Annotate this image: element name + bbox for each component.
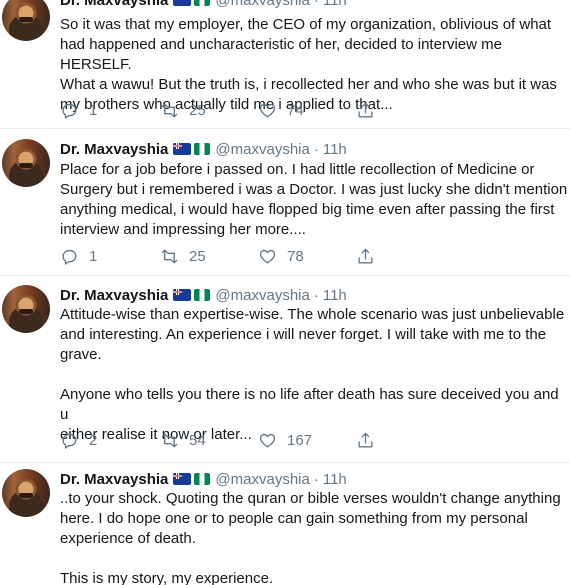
share-icon xyxy=(358,248,373,264)
like-count: 74 xyxy=(287,101,304,119)
reply-count: 1 xyxy=(89,247,98,265)
tweet-header: Dr. Maxvayshia @maxvayshia · 11h xyxy=(60,0,347,10)
author-handle[interactable]: @maxvayshia xyxy=(215,141,309,158)
flag-emojis xyxy=(173,289,211,301)
nigeria-flag-icon xyxy=(194,473,211,485)
retweet-icon xyxy=(161,248,178,264)
nigeria-flag-icon xyxy=(194,143,211,155)
australia-flag-icon xyxy=(173,473,192,485)
retweet-icon xyxy=(161,432,178,448)
timestamp[interactable]: 11h xyxy=(323,287,347,304)
reply-count: 2 xyxy=(89,431,98,449)
reply-icon xyxy=(62,433,77,449)
author-name[interactable]: Dr. Maxvayshia xyxy=(60,287,168,304)
author-name[interactable]: Dr. Maxvayshia xyxy=(60,0,168,9)
like-count: 78 xyxy=(287,247,304,265)
heart-icon xyxy=(259,103,276,118)
separator: · xyxy=(313,470,319,488)
timestamp[interactable]: 11h xyxy=(323,471,347,488)
timeline: Dr. Maxvayshia @maxvayshia · 11h So it w… xyxy=(0,0,570,585)
tweet-text: Attitude-wise than expertise-wise. The w… xyxy=(60,306,565,443)
reply-button[interactable]: 1 xyxy=(60,100,97,120)
like-count: 167 xyxy=(287,431,313,449)
retweet-count: 25 xyxy=(189,247,206,265)
retweet-count: 54 xyxy=(189,431,206,449)
retweet-icon xyxy=(161,102,178,118)
avatar[interactable] xyxy=(2,0,50,41)
retweet-button[interactable]: 25 xyxy=(160,246,206,266)
retweet-count: 25 xyxy=(189,101,206,119)
author-handle[interactable]: @maxvayshia xyxy=(215,471,309,488)
flag-emojis xyxy=(173,473,211,485)
reply-icon xyxy=(62,103,77,119)
nigeria-flag-icon xyxy=(194,0,211,6)
tweet-actions: 1 25 78 xyxy=(60,246,570,266)
author-name[interactable]: Dr. Maxvayshia xyxy=(60,471,168,488)
reply-count: 1 xyxy=(89,101,98,119)
timestamp[interactable]: 11h xyxy=(323,141,347,158)
tweet-actions: 2 54 167 xyxy=(60,430,570,450)
tweet-actions: 1 25 74 xyxy=(60,100,570,120)
tweet[interactable]: Dr. Maxvayshia @maxvayshia · 11h ..to yo… xyxy=(0,469,570,585)
separator: · xyxy=(313,286,319,304)
divider xyxy=(0,275,570,276)
retweet-button[interactable]: 54 xyxy=(160,430,206,450)
flag-emojis xyxy=(173,143,211,155)
retweet-button[interactable]: 25 xyxy=(160,100,206,120)
tweet[interactable]: Dr. Maxvayshia @maxvayshia · 11h So it w… xyxy=(0,0,570,121)
timestamp[interactable]: 11h xyxy=(323,0,347,9)
heart-icon xyxy=(259,433,276,448)
avatar[interactable] xyxy=(2,285,50,333)
australia-flag-icon xyxy=(173,0,192,6)
divider xyxy=(0,462,570,463)
flag-emojis xyxy=(173,0,211,6)
reply-button[interactable]: 1 xyxy=(60,246,97,266)
tweet-header: Dr. Maxvayshia @maxvayshia · 11h xyxy=(60,469,347,489)
reply-icon xyxy=(62,249,77,265)
nigeria-flag-icon xyxy=(194,289,211,301)
separator: · xyxy=(313,140,319,158)
share-icon xyxy=(358,102,373,118)
like-button[interactable]: 74 xyxy=(258,100,304,120)
share-button[interactable] xyxy=(356,246,375,266)
like-button[interactable]: 167 xyxy=(258,430,312,450)
reply-button[interactable]: 2 xyxy=(60,430,97,450)
avatar[interactable] xyxy=(2,469,50,517)
like-button[interactable]: 78 xyxy=(258,246,304,266)
australia-flag-icon xyxy=(173,289,192,301)
tweet-text: Place for a job before i passed on. I ha… xyxy=(60,161,568,238)
australia-flag-icon xyxy=(173,143,192,155)
tweet-header: Dr. Maxvayshia @maxvayshia · 11h xyxy=(60,285,347,305)
author-name[interactable]: Dr. Maxvayshia xyxy=(60,141,168,158)
share-icon xyxy=(358,432,373,448)
author-handle[interactable]: @maxvayshia xyxy=(215,0,309,9)
tweet-header: Dr. Maxvayshia @maxvayshia · 11h xyxy=(60,139,347,159)
tweet[interactable]: Dr. Maxvayshia @maxvayshia · 11h Place f… xyxy=(0,139,570,267)
tweet[interactable]: Dr. Maxvayshia @maxvayshia · 11h Attitud… xyxy=(0,285,570,455)
author-handle[interactable]: @maxvayshia xyxy=(215,287,309,304)
share-button[interactable] xyxy=(356,430,375,450)
share-button[interactable] xyxy=(356,100,375,120)
avatar[interactable] xyxy=(2,139,50,187)
divider xyxy=(0,128,570,129)
tweet-text: ..to your shock. Quoting the quran or bi… xyxy=(60,490,561,585)
heart-icon xyxy=(259,249,276,264)
separator: · xyxy=(313,0,319,9)
